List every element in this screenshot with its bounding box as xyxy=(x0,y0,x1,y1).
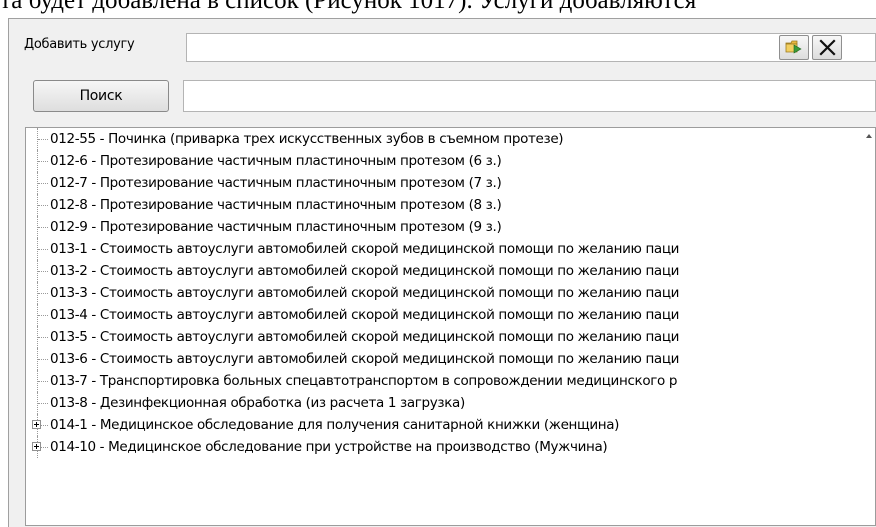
tree-item-label: 012-6 - Протезирование частичным пластин… xyxy=(50,153,502,169)
tree-item-label: 013-5 - Стоимость автоуслуги автомобилей… xyxy=(50,329,680,345)
tree-item-label: 013-6 - Стоимость автоуслуги автомобилей… xyxy=(50,351,680,367)
tree-item-label: 013-4 - Стоимость автоуслуги автомобилей… xyxy=(50,307,680,323)
tree-item[interactable]: 012-9 - Протезирование частичным пластин… xyxy=(26,216,875,238)
tree-item[interactable]: 014-10 - Медицинское обследование при ус… xyxy=(26,436,875,458)
tree-item-label: 012-8 - Протезирование частичным пластин… xyxy=(50,197,502,213)
tree-branch-line xyxy=(38,359,48,360)
tree-branch-line xyxy=(38,227,48,228)
tree-item-label: 013-2 - Стоимость автоуслуги автомобилей… xyxy=(50,263,680,279)
tree-item-label: 013-3 - Стоимость автоуслуги автомобилей… xyxy=(50,285,680,301)
tree-branch-line xyxy=(41,425,48,426)
tree-item[interactable]: 013-3 - Стоимость автоуслуги автомобилей… xyxy=(26,282,875,304)
folder-open-icon xyxy=(785,40,802,54)
tree-item[interactable]: 013-4 - Стоимость автоуслуги автомобилей… xyxy=(26,304,875,326)
tree-item-label: 014-10 - Медицинское обследование при ус… xyxy=(50,439,608,455)
tree-branch-line xyxy=(38,249,48,250)
search-input[interactable] xyxy=(183,80,876,112)
tree-item-label: 014-1 - Медицинское обследование для пол… xyxy=(50,417,620,433)
tree-item[interactable]: 013-6 - Стоимость автоуслуги автомобилей… xyxy=(26,348,875,370)
tree-item[interactable]: 013-7 - Транспортировка больных спецавто… xyxy=(26,370,875,392)
tree-item-label: 012-55 - Починка (приварка трех искусств… xyxy=(50,131,564,147)
tree-item[interactable]: 012-6 - Протезирование частичным пластин… xyxy=(26,150,875,172)
tree-item-label: 013-8 - Дезинфекционная обработка (из ра… xyxy=(50,395,465,411)
tree-item[interactable]: 013-5 - Стоимость автоуслуги автомобилей… xyxy=(26,326,875,348)
tree-branch-line xyxy=(38,205,48,206)
tree-branch-line xyxy=(38,337,48,338)
close-icon xyxy=(819,39,836,56)
tree-item[interactable]: 012-7 - Протезирование частичным пластин… xyxy=(26,172,875,194)
tree-item-label: 012-9 - Протезирование частичным пластин… xyxy=(50,219,502,235)
tree-branch-line xyxy=(38,293,48,294)
tree-item-label: 012-7 - Протезирование частичным пластин… xyxy=(50,175,502,191)
add-service-label: Добавить услугу xyxy=(24,37,135,52)
tree-branch-line xyxy=(38,139,48,140)
tree-branch-line xyxy=(38,161,48,162)
tree-item[interactable]: 014-1 - Медицинское обследование для пол… xyxy=(26,414,875,436)
clear-service-button[interactable] xyxy=(812,35,842,60)
tree-item[interactable]: 012-55 - Починка (приварка трех искусств… xyxy=(26,128,875,150)
tree-item[interactable]: 013-8 - Дезинфекционная обработка (из ра… xyxy=(26,392,875,414)
expand-plus-icon[interactable] xyxy=(32,420,41,429)
document-text-line: та будет добавлена в список (Рисунок 101… xyxy=(0,0,697,14)
tree-item-label: 013-1 - Стоимость автоуслуги автомобилей… xyxy=(50,241,680,257)
tree-item[interactable]: 013-2 - Стоимость автоуслуги автомобилей… xyxy=(26,260,875,282)
service-tree[interactable]: 012-55 - Починка (приварка трех искусств… xyxy=(25,127,876,526)
tree-branch-line xyxy=(38,403,48,404)
expand-plus-icon[interactable] xyxy=(32,442,41,451)
tree-branch-line xyxy=(38,183,48,184)
tree-branch-line xyxy=(38,381,48,382)
search-button[interactable]: Поиск xyxy=(33,80,169,112)
add-service-input[interactable] xyxy=(186,33,876,62)
open-service-button[interactable] xyxy=(779,35,809,60)
tree-item[interactable]: 012-8 - Протезирование частичным пластин… xyxy=(26,194,875,216)
tree-item-label: 013-7 - Транспортировка больных спецавто… xyxy=(50,373,678,389)
tree-branch-line xyxy=(38,271,48,272)
tree-item[interactable]: 013-1 - Стоимость автоуслуги автомобилей… xyxy=(26,238,875,260)
tree-branch-line xyxy=(41,447,48,448)
tree-branch-line xyxy=(38,315,48,316)
